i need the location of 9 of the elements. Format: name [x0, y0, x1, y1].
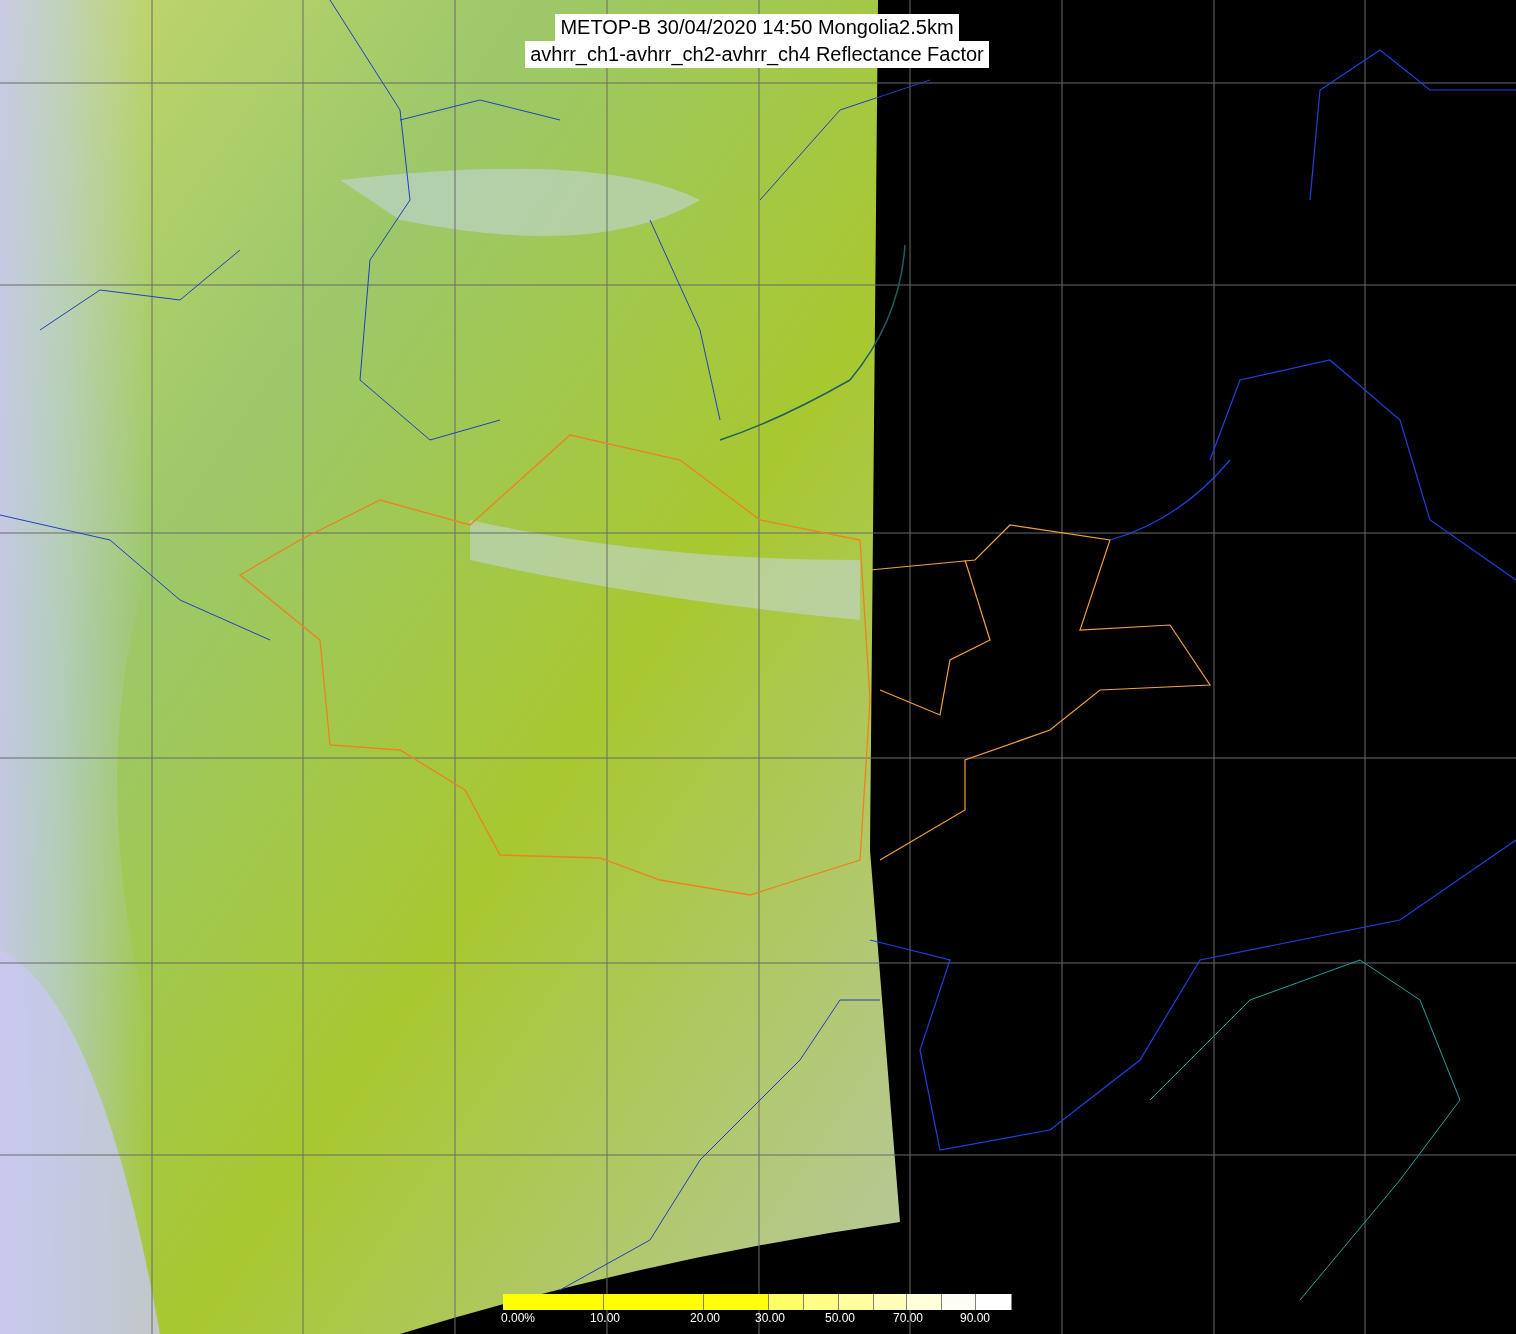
scale-label: 20.00: [690, 1310, 721, 1326]
scale-label: 70.00: [893, 1310, 924, 1326]
scale-label: 10.00: [590, 1310, 621, 1326]
scale-label: 50.00: [825, 1310, 856, 1326]
map-title: avhrr_ch1-avhrr_ch2-avhrr_ch4 Reflectance Factor: [525, 41, 989, 68]
scale-label: 0.00%: [501, 1310, 536, 1326]
map-title: METOP-B 30/04/2020 14:50 Mongolia2.5km: [555, 14, 959, 41]
scale-label: 90.00: [960, 1310, 991, 1326]
scale-label: 30.00: [755, 1310, 786, 1326]
